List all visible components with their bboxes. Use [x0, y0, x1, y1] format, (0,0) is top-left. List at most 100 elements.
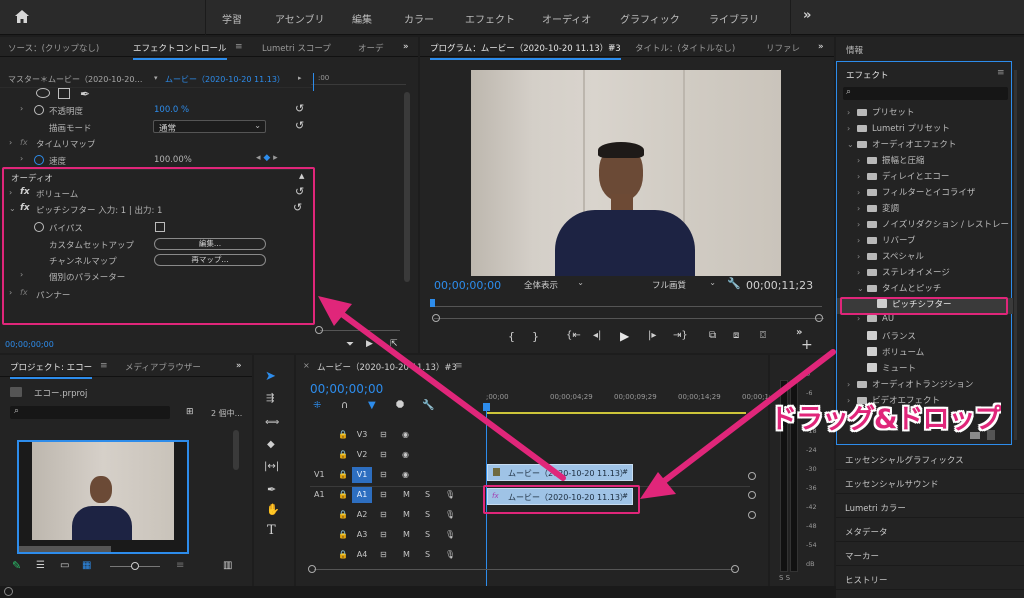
- eye-icon[interactable]: ◉: [402, 430, 409, 439]
- mark-in-icon[interactable]: {: [508, 330, 515, 343]
- workspace-tab[interactable]: 編集: [352, 11, 372, 26]
- zoom-handle[interactable]: [731, 565, 739, 573]
- panel-section-header[interactable]: Lumetri カラー: [845, 502, 906, 514]
- chevron-right-icon[interactable]: ›: [857, 220, 867, 229]
- pen-tool-icon[interactable]: ✒: [267, 483, 276, 496]
- workspace-overflow-icon[interactable]: »: [803, 8, 811, 23]
- snap-icon[interactable]: ∩: [341, 400, 348, 411]
- export-frame-icon[interactable]: ⌼: [760, 330, 766, 341]
- zoom-handle[interactable]: [748, 511, 756, 519]
- chevron-right-icon[interactable]: ›: [847, 124, 857, 133]
- panel-section-header[interactable]: エッセンシャルサウンド: [845, 478, 939, 490]
- lock-icon[interactable]: 🔒: [338, 490, 348, 499]
- zoom-handle[interactable]: [748, 472, 756, 480]
- info-panel-label[interactable]: 情報: [846, 44, 863, 56]
- zoom-slider-handle[interactable]: [131, 562, 139, 570]
- playhead[interactable]: [313, 73, 314, 91]
- tab-source[interactable]: ソース：(クリップなし): [8, 42, 99, 54]
- sync-lock-icon[interactable]: ⊟: [380, 550, 387, 559]
- chevron-right-icon[interactable]: ›: [857, 172, 867, 181]
- home-icon[interactable]: [14, 9, 30, 25]
- workspace-tab[interactable]: カラー: [404, 11, 434, 26]
- effects-tree-item[interactable]: バランス: [837, 330, 1013, 346]
- chevron-right-icon[interactable]: ›: [847, 108, 857, 117]
- expand-icon[interactable]: ›: [20, 104, 23, 113]
- slip-tool-icon[interactable]: |↔|: [264, 461, 279, 472]
- mute-button[interactable]: M: [403, 530, 410, 539]
- panel-section-header[interactable]: マーカー: [845, 550, 879, 562]
- go-to-in-icon[interactable]: {⇤: [566, 330, 581, 341]
- sequence-tab[interactable]: ムービー（2020-10-20 11.13）#3: [317, 361, 457, 373]
- solo-button[interactable]: S: [425, 490, 430, 499]
- effects-tree-item[interactable]: › AU: [837, 314, 1013, 330]
- overwrite-icon[interactable]: ⧈: [733, 330, 739, 341]
- mute-button[interactable]: M: [403, 510, 410, 519]
- wrench-icon[interactable]: 🔧: [727, 277, 741, 290]
- sync-lock-icon[interactable]: ⊟: [380, 490, 387, 499]
- effects-tree-item[interactable]: › ディレイとエコー: [837, 170, 1013, 186]
- play-icon[interactable]: ▶: [620, 329, 629, 343]
- timeline-timecode[interactable]: 00;00;00;00: [310, 382, 383, 396]
- add-marker-icon[interactable]: ⯃: [396, 400, 404, 411]
- effects-tree-item[interactable]: › オーディオトランジション: [837, 378, 1013, 394]
- workspace-tab[interactable]: 学習: [222, 11, 242, 26]
- effects-tree-item[interactable]: › ノイズリダクション / レストレー: [837, 218, 1013, 234]
- type-tool-icon[interactable]: T: [267, 523, 276, 538]
- sync-lock-icon[interactable]: ⊟: [380, 450, 387, 459]
- sync-lock-icon[interactable]: ⊟: [380, 510, 387, 519]
- track-target[interactable]: A3: [352, 527, 372, 543]
- solo-button[interactable]: S: [425, 530, 430, 539]
- workspace-tab[interactable]: アセンブリ: [275, 11, 325, 26]
- scrollbar[interactable]: [1014, 70, 1017, 440]
- zoom-handle[interactable]: [815, 314, 823, 322]
- lock-icon[interactable]: 🔒: [338, 470, 348, 479]
- panel-overflow-icon[interactable]: »: [236, 361, 242, 371]
- panel-menu-icon[interactable]: ≡: [455, 361, 463, 371]
- track-select-tool-icon[interactable]: ⇶: [266, 393, 274, 404]
- panel-section-header[interactable]: ヒストリー: [845, 574, 888, 586]
- effects-tree-item[interactable]: › ステレオイメージ: [837, 266, 1013, 282]
- automate-icon[interactable]: ▥: [223, 560, 232, 571]
- chevron-right-icon[interactable]: ›: [857, 268, 867, 277]
- reset-icon[interactable]: ↺: [295, 102, 304, 115]
- effects-tree-item[interactable]: › プリセット: [837, 106, 1013, 122]
- chevron-right-icon[interactable]: ›: [857, 204, 867, 213]
- effects-tree-item[interactable]: › 振幅と圧縮: [837, 154, 1013, 170]
- ellipse-mask-icon[interactable]: [36, 88, 50, 98]
- mic-icon[interactable]: 🎙: [445, 550, 455, 559]
- eye-icon[interactable]: ◉: [402, 450, 409, 459]
- zoom-handle[interactable]: [308, 565, 316, 573]
- playhead-head[interactable]: [483, 403, 490, 411]
- timeline-scrollbar[interactable]: [314, 569, 734, 570]
- effects-tree-item[interactable]: ミュート: [837, 362, 1013, 378]
- chevron-down-icon[interactable]: ⌄: [857, 284, 867, 293]
- tab-project[interactable]: プロジェクト: エコー: [10, 361, 93, 379]
- selection-tool-icon[interactable]: ➤: [265, 369, 276, 384]
- add-button-icon[interactable]: +: [801, 337, 813, 353]
- expand-icon[interactable]: ›: [9, 138, 12, 147]
- zoom-handle[interactable]: [748, 491, 756, 499]
- effects-tree-item[interactable]: › スペシャル: [837, 250, 1013, 266]
- panel-menu-icon[interactable]: ≡: [235, 42, 243, 52]
- sync-lock-icon[interactable]: ⊟: [380, 470, 387, 479]
- scrub-bar[interactable]: [432, 301, 822, 307]
- rectangle-mask-icon[interactable]: [58, 88, 70, 99]
- speed-value[interactable]: 100.00%: [154, 155, 192, 165]
- fit-select[interactable]: 全体表示 ⌄: [520, 278, 586, 292]
- chevron-down-icon[interactable]: ⌄: [847, 140, 857, 149]
- effects-tree-item[interactable]: ⌄ オーディオエフェクト: [837, 138, 1013, 154]
- list-view-icon[interactable]: ☰: [36, 560, 45, 571]
- play-audio-icon[interactable]: ▶: [366, 339, 373, 349]
- tab-media-browser[interactable]: メディアブラウザー: [125, 361, 201, 373]
- tab-program[interactable]: プログラム：ムービー（2020-10-20 11.13）#3: [430, 42, 621, 60]
- source-patch[interactable]: V1: [314, 470, 325, 479]
- lock-icon[interactable]: 🔒: [338, 550, 348, 559]
- panel-section-header[interactable]: メタデータ: [845, 526, 888, 538]
- nest-icon[interactable]: ⁜: [313, 400, 321, 411]
- work-area-bar[interactable]: [486, 412, 746, 414]
- reset-icon[interactable]: ↺: [295, 119, 304, 132]
- chevron-right-icon[interactable]: ›: [857, 188, 867, 197]
- stopwatch-icon[interactable]: [34, 155, 44, 165]
- chevron-right-icon[interactable]: ›: [857, 236, 867, 245]
- effects-tree-item[interactable]: ⌄ タイムとピッチ: [837, 282, 1013, 298]
